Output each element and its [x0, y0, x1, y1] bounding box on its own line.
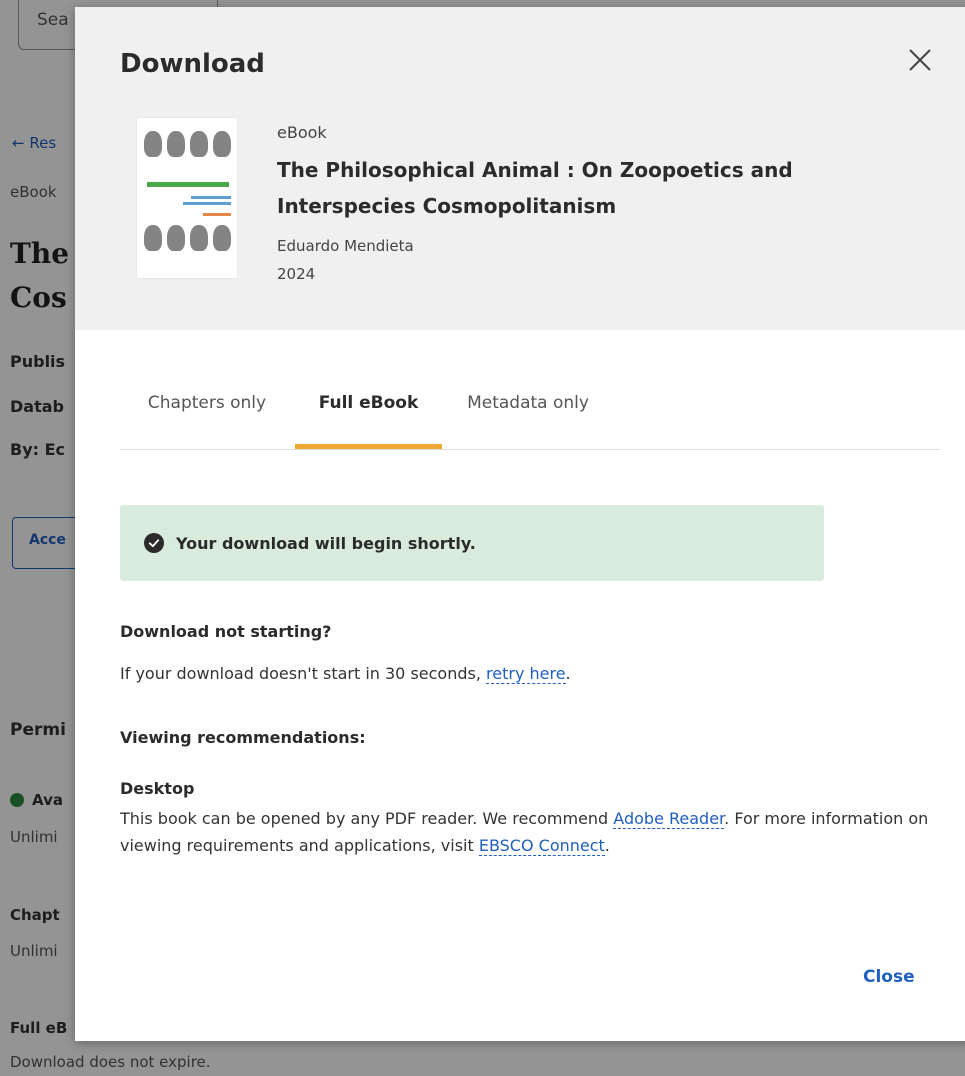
tab-full-ebook[interactable]: Full eBook [295, 377, 442, 449]
alert-message: Your download will begin shortly. [176, 533, 476, 553]
not-starting-text-before: If your download doesn't start in 30 sec… [120, 664, 487, 683]
desktop-text: This book can be opened by any PDF reade… [120, 805, 940, 859]
book-metadata: eBook The Philosophical Animal : On Zoop… [277, 121, 877, 286]
adobe-reader-link[interactable]: Adobe Reader [613, 809, 725, 829]
ebsco-connect-link[interactable]: EBSCO Connect [478, 836, 605, 856]
close-icon[interactable] [905, 45, 935, 75]
book-type: eBook [277, 123, 327, 142]
modal-title: Download [120, 49, 265, 79]
page: Sea ← Res eBook The Cos Publis Datab By:… [0, 0, 965, 1076]
close-button[interactable]: Close [863, 967, 915, 987]
viewing-recommendations-heading: Viewing recommendations: [120, 728, 366, 747]
book-title: The Philosophical Animal : On Zoopoetics… [277, 158, 793, 218]
download-not-starting-text: If your download doesn't start in 30 sec… [120, 660, 940, 687]
tab-chapters-only[interactable]: Chapters only [120, 377, 294, 449]
retry-link[interactable]: retry here [486, 664, 566, 684]
tab-metadata-only[interactable]: Metadata only [448, 377, 608, 449]
modal-header: Download eBook The Philosophical Animal … [75, 7, 965, 330]
book-year: 2024 [277, 265, 316, 283]
desktop-text-1: This book can be opened by any PDF reade… [120, 809, 614, 828]
book-author: Eduardo Mendieta [277, 237, 414, 255]
download-modal: Download eBook The Philosophical Animal … [75, 7, 965, 1041]
download-status-alert: Your download will begin shortly. [120, 505, 824, 581]
desktop-heading: Desktop [120, 779, 195, 798]
check-circle-icon [144, 533, 164, 553]
not-starting-text-after: . [565, 664, 571, 683]
book-cover-image [137, 118, 237, 278]
download-not-starting-heading: Download not starting? [120, 622, 332, 641]
download-tabs: Chapters only Full eBook Metadata only [120, 377, 940, 450]
desktop-text-3: . [604, 836, 610, 855]
